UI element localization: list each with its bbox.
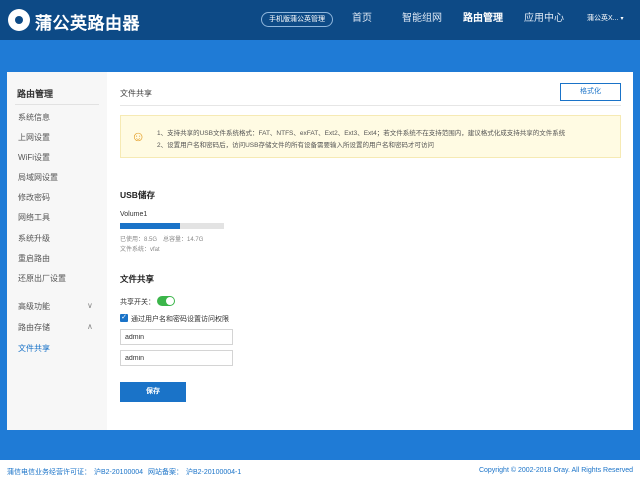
notice-line-2: 2、设置用户名和密码后，访问USB存储文件的所有设备需要输入所设置的用户名和密码… <box>157 142 434 149</box>
chevron-down-icon: ▾ <box>620 16 624 22</box>
nav-router-management[interactable]: 路由管理 <box>463 12 503 26</box>
sidebar-item-wifi-settings[interactable]: WiFi设置 <box>18 152 50 163</box>
share-toggle[interactable] <box>157 296 175 306</box>
top-bar: 蒲公英路由器 手机版蒲公英管理 首页 智能组网 路由管理 应用中心 蒲公英X..… <box>0 0 640 40</box>
sidebar-group-storage[interactable]: 路由存储 <box>18 322 50 333</box>
filesystem-type: 文件系统：vfat <box>120 247 160 253</box>
sidebar-item-lan-settings[interactable]: 局域网设置 <box>18 172 58 183</box>
file-sharing-title: 文件共享 <box>120 274 155 284</box>
sidebar-divider <box>15 104 99 105</box>
smiley-icon: ☺ <box>131 128 146 144</box>
license-label: 蒲信电信业务经营许可证： <box>7 469 91 476</box>
user-name: 蒲公英X... <box>587 15 619 22</box>
auth-checkbox[interactable]: ✓ <box>120 314 128 322</box>
storage-progress-fill <box>120 223 181 229</box>
sidebar-item-reboot[interactable]: 重启路由 <box>18 253 50 264</box>
password-input[interactable] <box>120 350 233 366</box>
username-input[interactable] <box>120 329 233 345</box>
volume-name: Volume1 <box>120 211 148 218</box>
nav-app-center[interactable]: 应用中心 <box>524 12 564 26</box>
content-area: 文件共享 格式化 ☺ 1、支持共享的USB文件系统格式：FAT、NTFS、exF… <box>107 72 633 430</box>
storage-total: 总容量：14.7G <box>163 237 204 243</box>
chevron-up-icon[interactable]: ∧ <box>87 322 93 331</box>
sidebar-item-internet-settings[interactable]: 上网设置 <box>18 132 50 143</box>
sidebar-item-system-info[interactable]: 系统信息 <box>18 112 50 123</box>
sidebar-item-file-sharing[interactable]: 文件共享 <box>18 343 50 354</box>
notice-line-1: 1、支持共享的USB文件系统格式：FAT、NTFS、exFAT、Ext2、Ext… <box>157 130 566 137</box>
logo-icon <box>8 9 30 31</box>
sidebar-item-system-upgrade[interactable]: 系统升级 <box>18 233 50 244</box>
sidebar-title: 路由管理 <box>17 89 54 99</box>
sidebar-item-change-password[interactable]: 修改密码 <box>18 192 50 203</box>
sidebar-item-factory-reset[interactable]: 还原出厂设置 <box>18 273 66 284</box>
toggle-knob <box>166 297 174 305</box>
nav-home[interactable]: 首页 <box>352 12 372 26</box>
chevron-down-icon[interactable]: ∨ <box>87 301 93 310</box>
format-button[interactable]: 格式化 <box>560 83 621 101</box>
icp-label: 网站备案： <box>148 469 183 476</box>
footer: 蒲信电信业务经营许可证： 沪B2-20100004 网站备案： 沪B2-201000… <box>0 460 640 481</box>
nav-smart-network[interactable]: 智能组网 <box>402 12 442 26</box>
storage-usage: 已使用：8.5G 总容量：14.7G <box>120 234 209 243</box>
sidebar: 路由管理 系统信息 上网设置 WiFi设置 局域网设置 修改密码 网络工具 系统… <box>7 72 107 430</box>
storage-progress-bar <box>120 223 224 229</box>
mobile-management-link[interactable]: 手机版蒲公英管理 <box>261 12 333 27</box>
icp-number[interactable]: 沪B2-20100004-1 <box>186 469 241 476</box>
sidebar-group-advanced[interactable]: 高级功能 <box>18 301 50 312</box>
user-menu[interactable]: 蒲公英X... ▾ <box>587 13 624 25</box>
share-switch-label: 共享开关： <box>120 299 155 306</box>
notice-box: ☺ 1、支持共享的USB文件系统格式：FAT、NTFS、exFAT、Ext2、E… <box>120 115 621 158</box>
copyright: Copyright © 2002-2018 Oray. All Rights R… <box>478 467 633 474</box>
main-card: 路由管理 系统信息 上网设置 WiFi设置 局域网设置 修改密码 网络工具 系统… <box>7 72 633 430</box>
brand-title: 蒲公英路由器 <box>35 14 140 33</box>
storage-used: 已使用：8.5G <box>120 237 158 243</box>
sidebar-item-network-tools[interactable]: 网络工具 <box>18 212 50 223</box>
license-number[interactable]: 沪B2-20100004 <box>94 469 143 476</box>
header-divider <box>120 105 621 106</box>
usb-storage-title: USB储存 <box>120 190 155 200</box>
footer-license: 蒲信电信业务经营许可证： 沪B2-20100004 网站备案： 沪B2-201000… <box>7 467 244 477</box>
save-button[interactable]: 保存 <box>120 382 186 402</box>
auth-checkbox-label[interactable]: 通过用户名和密码设置访问权限 <box>131 314 229 324</box>
page-title: 文件共享 <box>120 89 152 98</box>
